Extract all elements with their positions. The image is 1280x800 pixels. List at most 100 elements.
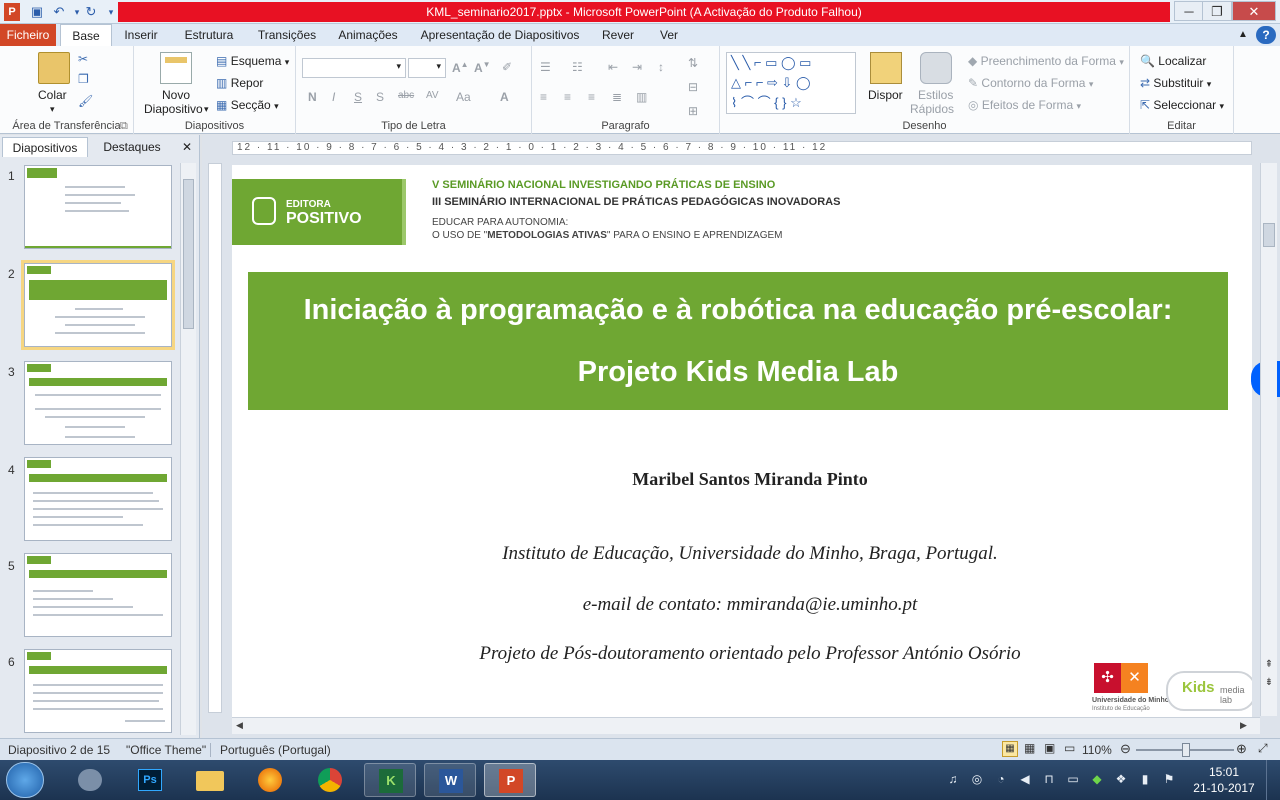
start-button[interactable] [6,762,44,798]
cut-icon[interactable]: ✂ [78,52,88,66]
align-left-icon[interactable]: ≡ [540,90,547,104]
shape-outline-button[interactable]: ✎ Contorno da Forma ▾ [968,76,1093,90]
undo-icon[interactable]: ↶ [50,3,68,21]
tray-audio-app-icon[interactable]: ♫ [946,772,960,786]
align-text-icon[interactable]: ⊟ [688,80,698,94]
italic-button[interactable]: I [332,90,335,104]
shape-effects-button[interactable]: ◎ Efeitos de Forma ▾ [968,98,1081,112]
tab-animacoes[interactable]: Animações [334,24,402,46]
shape-fill-button[interactable]: ◆ Preenchimento da Forma ▾ [968,54,1124,68]
layout-button[interactable]: ▤ Esquema ▾ [216,54,289,68]
font-size-field[interactable]: ▾ [408,58,446,78]
underline-button[interactable]: S [354,90,362,104]
paste-icon[interactable] [38,52,70,84]
quick-styles-button[interactable]: Rápidos [910,102,954,116]
grow-font-icon[interactable]: A▲ [452,60,469,75]
shapes-gallery[interactable]: ╲ ╲ ⌐ ▭ ◯ ▭ △ ⌐ ⌐ ⇨ ⇩ ◯ ⌇ ⌒ ⌒ { } ☆ [726,52,856,114]
slide-thumbnail-1[interactable] [24,165,172,249]
new-slide-icon[interactable] [160,52,192,84]
panel-scrollbar[interactable] [180,163,196,735]
spacing-button[interactable]: AV [426,90,439,101]
panel-scroll-thumb[interactable] [183,179,194,329]
title-banner[interactable]: Iniciação à programação e à robótica na … [248,272,1228,410]
tray-network-icon[interactable]: ▮ [1138,772,1152,786]
decrease-indent-icon[interactable]: ⇤ [608,60,618,74]
line-spacing-icon[interactable]: ↕ [658,60,664,74]
restore-button[interactable]: ❐ [1202,1,1232,21]
taskbar-chrome-icon[interactable] [304,763,356,797]
tray-wifi-icon[interactable]: ◔ [994,772,1008,786]
slide-thumbnail-5[interactable] [24,553,172,637]
replace-button[interactable]: ⇄ Substituir ▾ [1140,76,1211,90]
institution-text[interactable]: Instituto de Educação, Universidade do M… [232,543,1252,565]
find-button[interactable]: 🔍 Localizar [1140,54,1206,68]
vertical-ruler[interactable] [208,163,222,713]
font-name-field[interactable]: ▾ [302,58,406,78]
zoom-out-icon[interactable]: ⊖ [1120,741,1131,757]
copy-icon[interactable]: ❐ [78,72,89,86]
taskbar-app-icon[interactable]: K [364,763,416,797]
taskbar-firefox-icon[interactable] [244,763,296,797]
tray-volume-icon[interactable]: ◀ [1018,772,1032,786]
bullets-icon[interactable]: ☰ [540,60,551,74]
font-color-icon[interactable]: A [500,90,509,104]
prev-slide-icon[interactable]: ⇞ [1261,659,1277,670]
clock-time[interactable]: 15:01 [1194,765,1254,779]
tab-transicoes[interactable]: Transições [254,24,320,46]
clock-date[interactable]: 21-10-2017 [1186,781,1262,795]
align-center-icon[interactable]: ≡ [564,90,571,104]
reading-view-icon[interactable]: ▣ [1044,741,1055,755]
zoom-in-icon[interactable]: ⊕ [1236,741,1247,757]
save-icon[interactable]: ▣ [28,3,46,21]
clipboard-launcher-icon[interactable]: ⧉ [120,120,128,133]
tab-apresentacao[interactable]: Apresentação de Diapositivos [416,24,584,46]
next-slide-icon[interactable]: ⇟ [1261,677,1277,688]
paste-dropdown-icon[interactable]: ▾ [50,104,55,115]
slide-thumbnail-3[interactable] [24,361,172,445]
arrange-icon[interactable] [870,52,902,84]
tab-inserir[interactable]: Inserir [118,24,164,46]
shrink-font-icon[interactable]: A▼ [474,60,491,75]
paste-button[interactable]: Colar [38,88,67,102]
bold-button[interactable]: N [308,90,317,104]
change-case-button[interactable]: Aa [456,90,471,104]
taskbar-powerpoint-icon[interactable]: P [484,763,536,797]
slide-sorter-icon[interactable]: ▦ [1024,741,1035,755]
smartart-icon[interactable]: ⊞ [688,104,698,118]
justify-icon[interactable]: ≣ [612,90,622,104]
new-slide-button[interactable]: Diapositivo [144,102,203,116]
strikethrough-button[interactable]: abc [398,90,414,101]
tab-estrutura[interactable]: Estrutura [178,24,240,46]
section-button[interactable]: ▦ Secção ▾ [216,98,279,112]
taskbar-photoshop-icon[interactable]: Ps [124,763,176,797]
tray-battery-icon[interactable]: ▭ [1066,772,1080,786]
taskbar-network-app-icon[interactable] [64,763,116,797]
reset-button[interactable]: ▥ Repor [216,76,263,90]
fit-to-window-icon[interactable]: ⤢ [1258,741,1268,756]
author-name[interactable]: Maribel Santos Miranda Pinto [232,469,1252,490]
tray-skype-icon[interactable]: ◎ [970,772,984,786]
shadow-icon[interactable]: S [376,90,384,104]
theme-name[interactable]: "Office Theme" [126,743,206,757]
tray-lock-icon[interactable]: ⊓ [1042,772,1056,786]
email-text[interactable]: e-mail de contato: mmiranda@ie.uminho.pt [232,594,1252,616]
zoom-slider-thumb[interactable] [1182,743,1190,757]
align-right-icon[interactable]: ≡ [588,90,595,104]
slide-canvas[interactable]: EDITORA POSITIVO V SEMINÁRIO NACIONAL IN… [232,165,1252,717]
numbering-icon[interactable]: ☷ [572,60,583,74]
tray-security-icon[interactable]: ◆ [1090,772,1104,786]
clear-formatting-icon[interactable]: ✐ [502,60,512,74]
tray-dropbox-icon[interactable]: ❖ [1114,772,1128,786]
slideshow-icon[interactable]: ▭ [1064,741,1075,755]
scroll-left-icon[interactable]: ◀ [236,720,243,731]
scroll-right-icon[interactable]: ▶ [1240,720,1247,731]
language-indicator[interactable]: Português (Portugal) [220,743,331,757]
zoom-level[interactable]: 110% [1082,743,1112,757]
arrange-button[interactable]: Dispor [868,88,903,102]
select-button[interactable]: ⇱ Seleccionar ▾ [1140,98,1224,112]
powerpoint-app-icon[interactable]: P [4,3,20,21]
tab-rever[interactable]: Rever [596,24,640,46]
taskbar-explorer-icon[interactable] [184,763,236,797]
increase-indent-icon[interactable]: ⇥ [632,60,642,74]
quick-styles-label[interactable]: Estilos [918,88,953,102]
